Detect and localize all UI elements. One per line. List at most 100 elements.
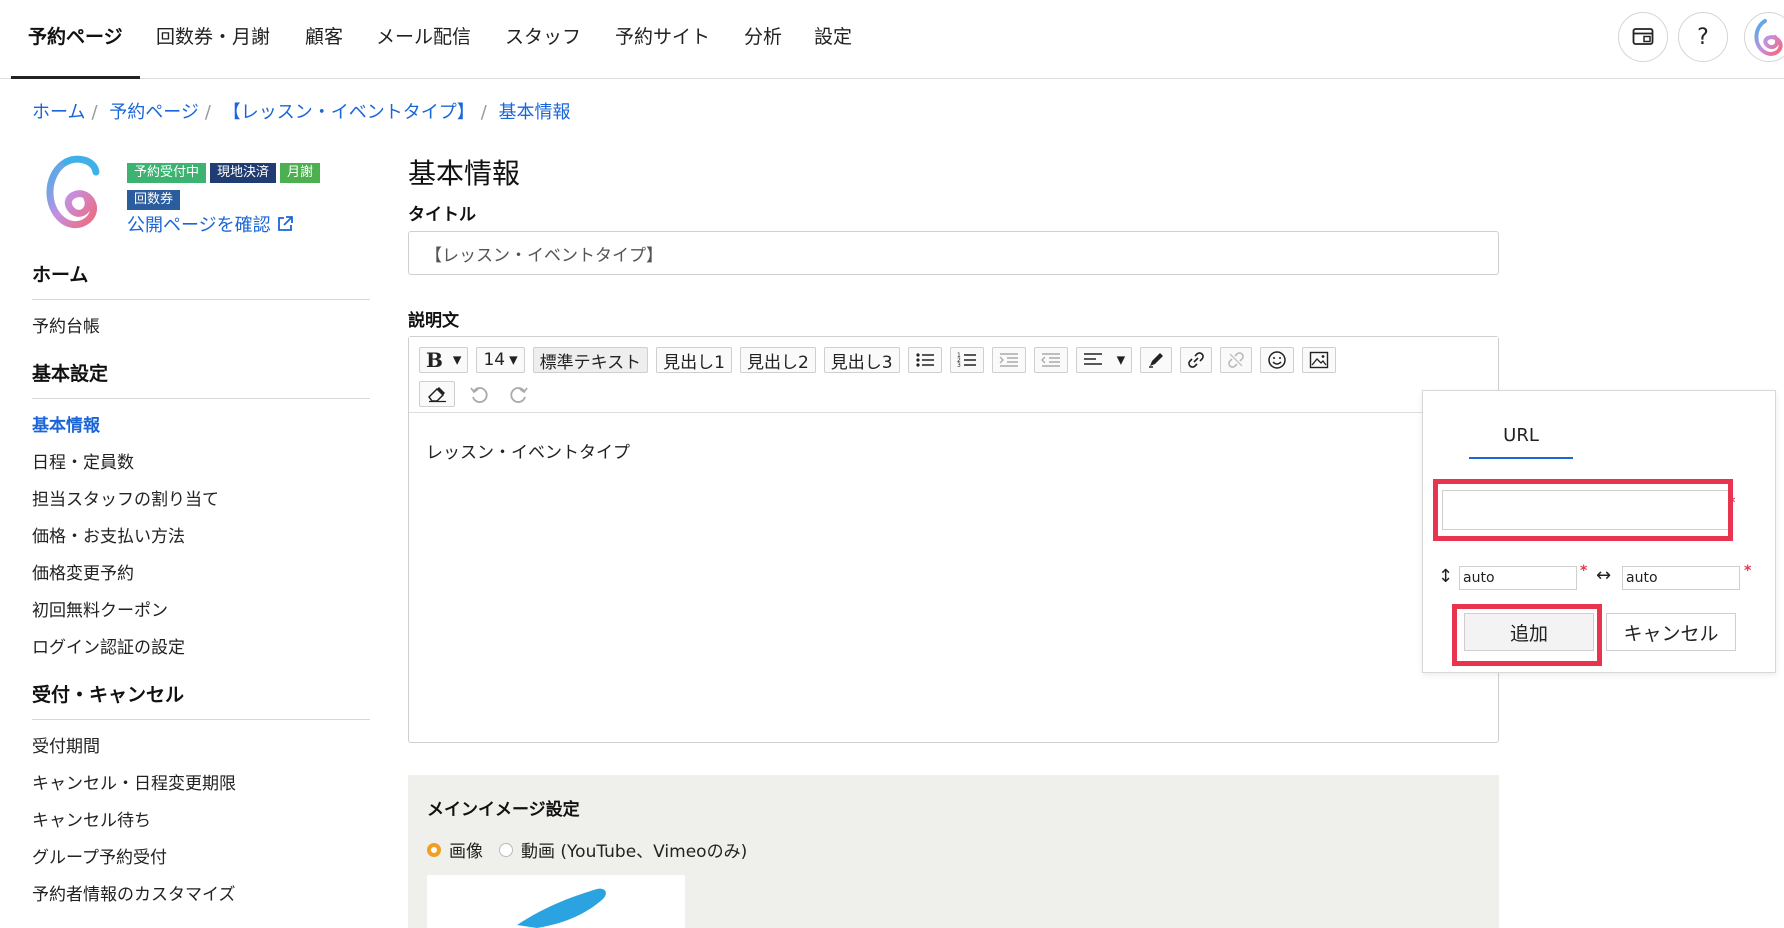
unlink-icon [1228,352,1244,368]
pen-icon [1149,353,1164,368]
heading1-button[interactable]: 見出し1 [656,347,732,373]
image-url-input[interactable] [1442,490,1730,530]
nav-active-indicator [11,76,140,79]
redo-button[interactable] [503,381,535,407]
sidebar-item-customize[interactable]: 予約者情報のカスタマイズ [32,880,370,917]
indent-button[interactable] [991,347,1026,373]
normal-text-button[interactable]: 標準テキスト [532,347,649,373]
caret-down-icon: ▾ [509,350,518,370]
sidebar-item-coupon[interactable]: 初回無料クーポン [32,596,370,633]
sidebar-item-ledger[interactable]: 予約台帳 [32,312,370,349]
image-height-input[interactable] [1459,566,1577,590]
caret-down-icon: ▾ [1116,350,1126,370]
help-icon: ? [1697,24,1709,50]
tab-url[interactable]: URL [1469,425,1573,453]
breadcrumb-home[interactable]: ホーム [32,102,85,123]
caret-down-icon: ▾ [452,350,462,370]
status-badges: 予約受付中 現地決済 月謝 回数券 [127,160,357,214]
bold-dropdown[interactable]: B ▾ [419,347,469,373]
indent-icon [999,353,1018,367]
nav-tickets[interactable]: 回数券・月謝 [156,22,270,52]
eraser-icon [428,387,446,403]
url-required-mark: * [1728,495,1736,511]
nav-analytics[interactable]: 分析 [744,22,782,52]
brand-logo-icon [1754,19,1783,56]
tab-active-indicator [1469,457,1573,459]
sidebar-item-basic-info[interactable]: 基本情報 [32,411,370,448]
sidebar-item-price-change[interactable]: 価格変更予約 [32,559,370,596]
sidebar-heading-basic: 基本設定 [32,359,370,399]
heading2-button[interactable]: 見出し2 [739,347,816,373]
link-button[interactable] [1180,347,1213,373]
cancel-image-button[interactable]: キャンセル [1606,613,1736,651]
brand-logo-image [517,888,606,928]
link-icon [1188,352,1204,368]
clear-format-button[interactable] [419,381,455,407]
height-arrow-icon: ↕ [1438,566,1454,587]
unlink-button[interactable] [1220,347,1253,373]
sidebar-item-schedule[interactable]: 日程・定員数 [32,448,370,485]
top-navigation: 予約ページ 回数券・月謝 顧客 メール配信 スタッフ 予約サイト 分析 設定 ? [0,0,1784,79]
text-color-button[interactable] [1140,347,1173,373]
breadcrumb-current[interactable]: 基本情報 [499,102,571,123]
undo-icon [470,387,488,403]
radio-video[interactable] [499,842,513,857]
sidebar-heading-home[interactable]: ホーム [32,260,370,300]
rich-text-editor: B ▾ 14 ▾ 標準テキスト 見出し1 見出し2 見出し3 123 ▾ レッス… [408,336,1499,743]
public-page-link[interactable]: 公開ページを確認 [127,211,294,237]
radio-image[interactable] [427,842,441,857]
image-width-input[interactable] [1622,566,1740,590]
account-avatar[interactable] [1744,12,1784,62]
sidebar-item-cancel-deadline[interactable]: キャンセル・日程変更期限 [32,769,370,806]
sidebar-item-waitlist[interactable]: キャンセル待ち [32,806,370,843]
editor-toolbar: B ▾ 14 ▾ 標準テキスト 見出し1 見出し2 見出し3 123 ▾ [409,337,1498,413]
description-label: 説明文 [408,311,459,331]
sidebar-item-staff-assign[interactable]: 担当スタッフの割り当て [32,485,370,522]
bullet-list-button[interactable] [907,347,942,373]
bullet-list-icon [916,353,934,367]
badge-accepting: 予約受付中 [127,163,207,183]
external-link-icon [278,216,294,231]
sidebar: ホーム 予約台帳 基本設定 基本情報 日程・定員数 担当スタッフの割り当て 価格… [32,260,370,927]
numbered-list-button[interactable]: 123 [949,347,984,373]
emoji-button[interactable] [1260,347,1295,373]
nav-reservation-site[interactable]: 予約サイト [615,22,710,52]
nav-reservation-page[interactable]: 予約ページ [28,22,123,52]
heading3-button[interactable]: 見出し3 [823,347,900,373]
smiley-icon [1268,351,1286,369]
badge-monthly: 月謝 [280,163,321,183]
editor-content[interactable]: レッスン・イベントタイプ [409,413,1498,488]
align-left-icon [1083,353,1102,365]
sidebar-item-period[interactable]: 受付期間 [32,732,370,769]
help-button[interactable]: ? [1678,12,1728,62]
numbered-list-icon: 123 [957,352,976,369]
nav-mail[interactable]: メール配信 [376,22,471,52]
nav-staff[interactable]: スタッフ [505,22,581,52]
sidebar-item-group[interactable]: グループ予約受付 [32,843,370,880]
breadcrumb: ホーム / 予約ページ / 【レッスン・イベントタイプ】 / 基本情報 [32,102,571,123]
image-icon [1309,351,1329,369]
redo-icon [510,387,528,403]
breadcrumb-reservation-page[interactable]: 予約ページ [109,102,199,123]
main-image-title: メインイメージ設定 [427,800,580,820]
sidebar-item-login[interactable]: ログイン認証の設定 [32,633,370,670]
nav-customers[interactable]: 顧客 [305,22,343,52]
width-arrow-icon: ↔ [1596,565,1612,586]
add-image-button[interactable]: 追加 [1464,613,1594,651]
badge-onsite-payment: 現地決済 [210,163,277,183]
align-dropdown[interactable]: ▾ [1075,347,1133,373]
width-required-mark: * [1744,563,1752,579]
title-label: タイトル [408,205,476,225]
main-image-preview[interactable] [427,875,685,928]
undo-button[interactable] [463,381,495,407]
sidebar-heading-reception: 受付・キャンセル [32,680,370,720]
title-input[interactable] [408,231,1499,275]
font-size-dropdown[interactable]: 14 ▾ [476,347,525,373]
outdent-button[interactable] [1033,347,1068,373]
image-button[interactable] [1302,347,1337,373]
sidebar-item-price[interactable]: 価格・お支払い方法 [32,522,370,559]
breadcrumb-lesson-type[interactable]: 【レッスン・イベントタイプ】 [223,102,475,123]
nav-settings[interactable]: 設定 [814,22,852,52]
window-icon [1632,28,1654,45]
window-button[interactable] [1618,12,1668,62]
